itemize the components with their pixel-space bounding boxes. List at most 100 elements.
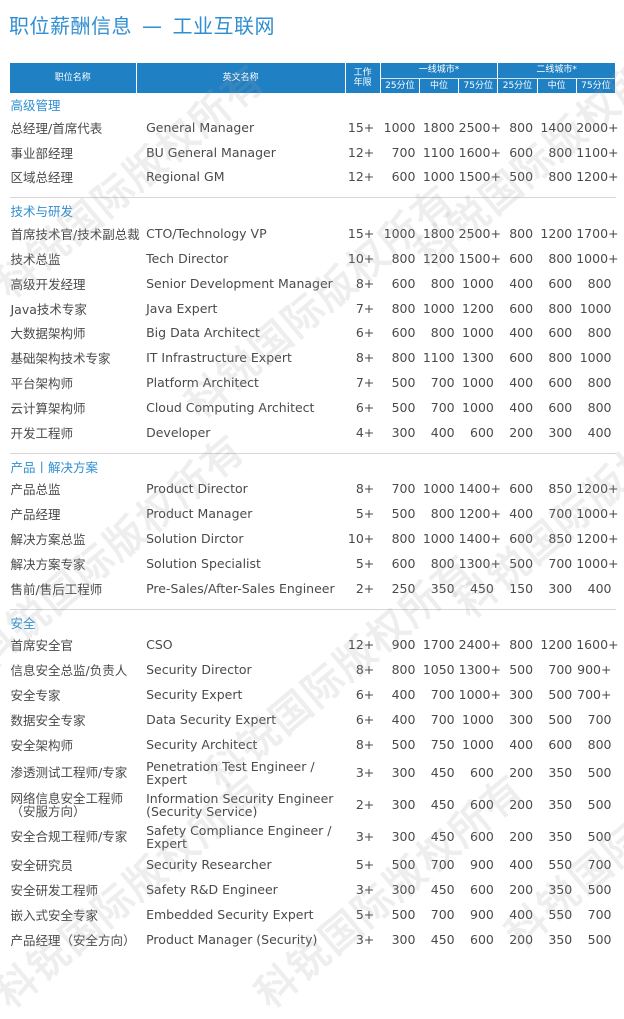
tier2-p75: 500 xyxy=(587,797,612,813)
table-row: Java技术专家 Java Expert 7+ 800 1000 1200 600 800 10… xyxy=(10,296,616,321)
job-title-cn: 安全研发工程师 xyxy=(10,883,99,899)
job-title-cn: 高级开发经理 xyxy=(10,276,86,292)
tier1-p75: 1000 xyxy=(462,325,494,341)
tier1-p50: 700 xyxy=(430,687,455,703)
tier2-p50: 700 xyxy=(548,506,573,522)
tier2-p50: 500 xyxy=(548,687,573,703)
job-title-cn: 产品经理 xyxy=(10,507,61,523)
tier2-p75: 1600+ xyxy=(576,637,619,653)
years-required: 15+ xyxy=(347,119,375,135)
table-row: 售前/售后工程师 Pre-Sales/After-Sales Engineer 2+… xyxy=(10,576,616,601)
job-title-en: Information Security Engineer (Security … xyxy=(146,790,334,819)
tier2-p25: 800 xyxy=(509,119,534,135)
table-row: 区域总经理 Regional GM 12+ 600 1000 1500+ 500 800 120… xyxy=(10,165,619,190)
table-row: 安全研究员 Security Researcher 5+ 500 700 900 400 55… xyxy=(10,853,616,878)
tier1-p75: 1300+ xyxy=(458,662,501,678)
tier1-p25: 700 xyxy=(391,144,416,160)
table-row: 安全专家 Security Expert 6+ 400 700 1000+ 300 500 70… xyxy=(10,682,616,707)
table-row: 产品总监 Product Director 8+ 700 1000 1400+ 600 850… xyxy=(10,477,619,502)
tier2-p25: 400 xyxy=(509,506,534,522)
title-dash: — xyxy=(142,14,163,38)
job-title-cn: 大数据架构师 xyxy=(10,326,86,342)
title-main: 职位薪酬信息 xyxy=(9,14,132,38)
tier1-p75: 1300 xyxy=(462,350,494,366)
title-sub: 工业互联网 xyxy=(172,14,275,38)
tier1-p75: 1000 xyxy=(462,736,494,752)
tier1-p50: 1000 xyxy=(422,531,455,547)
table-row: 技术总监 Tech Director 10+ 800 1200 1500+ 600 800 10… xyxy=(10,246,619,271)
tier2-p75: 700 xyxy=(587,711,612,727)
tier1-p25: 300 xyxy=(391,882,416,898)
tier1-p50: 450 xyxy=(430,765,455,781)
tier2-p50: 800 xyxy=(548,251,573,267)
tier1-p75: 1000 xyxy=(462,399,494,415)
header-cn: 职位名称 xyxy=(9,62,137,94)
tier2-p50: 600 xyxy=(548,736,573,752)
section-heading: 高级管理 xyxy=(10,94,616,116)
tier2-p25: 400 xyxy=(509,275,534,291)
years-required: 4+ xyxy=(355,424,375,440)
years-required: 6+ xyxy=(355,687,375,703)
tier1-p50: 800 xyxy=(430,506,455,522)
tier2-p25: 400 xyxy=(509,907,534,923)
tier1-p50: 450 xyxy=(430,882,455,898)
tier1-p75: 600 xyxy=(470,797,494,813)
tier2-p75: 800 xyxy=(587,375,612,391)
tier1-p50: 1050 xyxy=(422,662,455,678)
job-title-en: CTO/Technology VP xyxy=(146,226,267,242)
job-title-en: Java Expert xyxy=(146,300,218,316)
tier1-p25: 500 xyxy=(391,506,416,522)
job-title-en: Solution Dirctor xyxy=(146,531,244,547)
job-title-en: IT Infrastructure Expert xyxy=(146,350,292,366)
tier1-p75: 1500+ xyxy=(458,251,501,267)
header-t1-p25: 25分位 xyxy=(379,78,420,94)
table-header: 职位名称 英文名称 工作 年限 一线城市* 二线城市* 25分位 中位 75分位… xyxy=(9,62,617,94)
tier2-p75: 500 xyxy=(587,765,612,781)
tier2-p25: 400 xyxy=(509,399,534,415)
years-required: 6+ xyxy=(355,399,375,415)
tier1-p25: 700 xyxy=(391,481,416,497)
job-title-en: Senior Development Manager xyxy=(146,275,333,291)
section-separator xyxy=(9,600,616,610)
table-row: 信息安全总监/负责人 Security Director 8+ 800 1050 1300… xyxy=(10,657,616,682)
tier1-p50: 400 xyxy=(430,424,455,440)
tier2-p50: 850 xyxy=(548,531,573,547)
job-title-en: Cloud Computing Architect xyxy=(146,399,315,415)
tier2-p75: 800 xyxy=(587,736,612,752)
table-row: 事业部经理 BU General Manager 12+ 700 1100 1600+ 60… xyxy=(10,140,619,165)
tier2-p25: 600 xyxy=(509,350,534,366)
job-title-cn: 安全专家 xyxy=(10,688,61,704)
tier2-p50: 600 xyxy=(548,325,573,341)
tier1-p50: 350 xyxy=(430,580,455,596)
tier2-p50: 300 xyxy=(548,424,573,440)
table-row: 网络信息安全工程师（安服方向） Information Security Engi… xyxy=(10,789,616,821)
tier1-p50: 700 xyxy=(430,711,455,727)
tier1-p75: 1400+ xyxy=(458,481,501,497)
years-required: 5+ xyxy=(355,907,375,923)
years-required: 3+ xyxy=(355,765,375,781)
job-title-cn: 平台架构师 xyxy=(10,376,74,392)
tier2-p75: 1000+ xyxy=(576,555,619,571)
tier1-p25: 1000 xyxy=(383,226,416,242)
years-required: 6+ xyxy=(355,711,375,727)
job-title-cn: 售前/售后工程师 xyxy=(10,581,103,597)
years-required: 7+ xyxy=(355,375,375,391)
section-heading: 安全 xyxy=(10,609,616,633)
tier2-p75: 1000+ xyxy=(576,506,619,522)
tier1-p75: 1300+ xyxy=(458,555,501,571)
table-row: 总经理/首席代表 General Manager 15+ 1000 1800 2500+ 8… xyxy=(10,115,619,140)
tier2-p25: 600 xyxy=(509,251,534,267)
section-title: 安全 xyxy=(10,615,36,631)
job-title-cn: 渗透测试工程师/专家 xyxy=(10,765,128,781)
job-title-en: Security Expert xyxy=(146,687,243,703)
table-row: 数据安全专家 Data Security Expert 6+ 400 700 1000 30… xyxy=(10,707,616,732)
section-heading: 产品丨解决方案 xyxy=(10,453,616,477)
header-t1-p75: 75分位 xyxy=(458,78,499,94)
table-row: 解决方案专家 Solution Specialist 5+ 600 800 1300+ 50… xyxy=(10,551,619,576)
tier2-p25: 600 xyxy=(509,481,534,497)
tier1-p50: 1800 xyxy=(422,119,455,135)
tier1-p75: 600 xyxy=(470,829,494,845)
tier2-p50: 350 xyxy=(548,931,573,947)
tier1-p75: 2400+ xyxy=(458,637,501,653)
tier2-p50: 500 xyxy=(548,711,573,727)
